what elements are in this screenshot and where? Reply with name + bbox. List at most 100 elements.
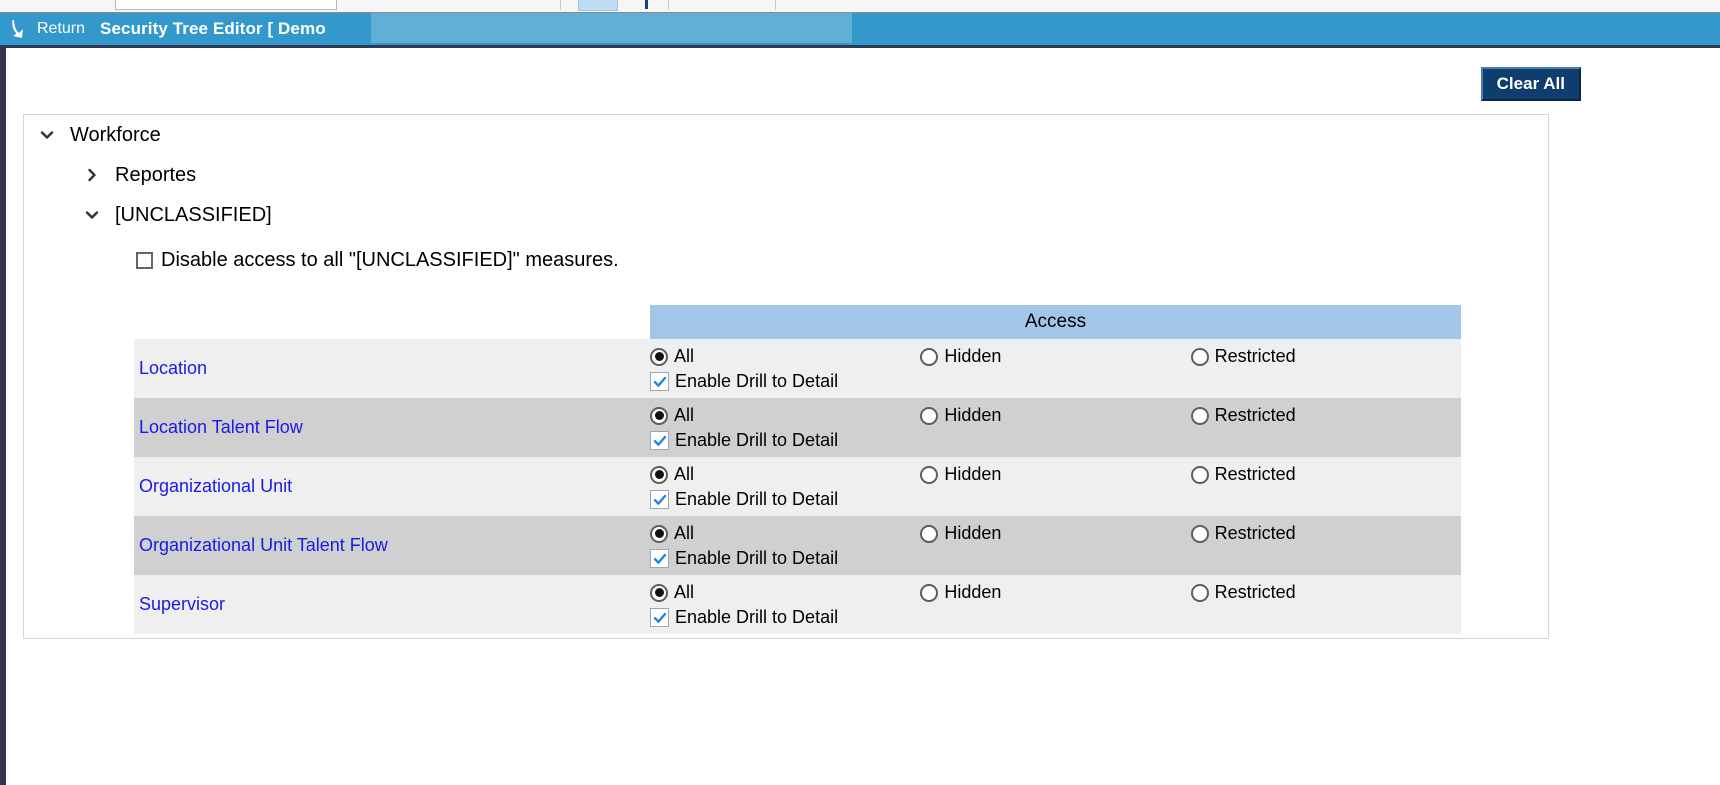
window-left-edge-gap bbox=[6, 48, 8, 785]
access-all-cell: All Enable Drill to Detail bbox=[650, 457, 920, 516]
access-restricted-cell: Restricted bbox=[1190, 457, 1461, 516]
measure-link[interactable]: Location Talent Flow bbox=[139, 417, 303, 438]
chevron-right-icon[interactable] bbox=[79, 167, 105, 183]
access-all-cell: All Enable Drill to Detail bbox=[650, 575, 920, 634]
radio-hidden-label: Hidden bbox=[944, 464, 1002, 484]
tree-node-reportes[interactable]: Reportes bbox=[24, 155, 1548, 195]
radio-hidden-label: Hidden bbox=[944, 346, 1002, 366]
disable-access-row[interactable]: Disable access to all "[UNCLASSIFIED]" m… bbox=[24, 241, 1548, 279]
radio-restricted[interactable]: Restricted bbox=[1190, 523, 1296, 544]
app-screen: Return Security Tree Editor [ Demo Clear… bbox=[0, 0, 1720, 785]
drill-checkbox-checked-icon[interactable] bbox=[650, 549, 669, 568]
drill-checkbox-checked-icon[interactable] bbox=[650, 490, 669, 509]
radio-hidden-label: Hidden bbox=[944, 405, 1002, 425]
disable-access-label: Disable access to all "[UNCLASSIFIED]" m… bbox=[161, 248, 619, 271]
drill-label: Enable Drill to Detail bbox=[675, 489, 839, 509]
drill-to-detail-row[interactable]: Enable Drill to Detail bbox=[650, 489, 838, 510]
radio-restricted-icon[interactable] bbox=[1190, 465, 1209, 484]
radio-hidden-icon[interactable] bbox=[920, 465, 939, 484]
radio-restricted-label: Restricted bbox=[1214, 523, 1296, 543]
chrome-divider bbox=[775, 0, 776, 10]
drill-label: Enable Drill to Detail bbox=[675, 548, 839, 568]
drill-label: Enable Drill to Detail bbox=[675, 607, 839, 627]
radio-all-icon[interactable] bbox=[650, 583, 668, 602]
chrome-divider bbox=[668, 0, 669, 10]
chevron-down-icon[interactable] bbox=[34, 127, 60, 143]
access-hidden-cell: Hidden bbox=[920, 575, 1190, 634]
chrome-caret bbox=[645, 0, 648, 9]
access-hidden-cell: Hidden bbox=[920, 457, 1190, 516]
radio-all-icon[interactable] bbox=[650, 465, 668, 484]
drill-checkbox-checked-icon[interactable] bbox=[650, 372, 669, 391]
tree-node-label: Reportes bbox=[115, 163, 197, 186]
radio-restricted-icon[interactable] bbox=[1190, 406, 1209, 425]
radio-all[interactable]: All bbox=[650, 464, 838, 485]
drill-checkbox-checked-icon[interactable] bbox=[650, 608, 669, 627]
chevron-down-icon[interactable] bbox=[79, 207, 105, 223]
radio-hidden-icon[interactable] bbox=[920, 524, 939, 543]
radio-hidden[interactable]: Hidden bbox=[920, 346, 1001, 367]
radio-restricted[interactable]: Restricted bbox=[1190, 405, 1296, 426]
disable-access-checkbox[interactable] bbox=[136, 251, 153, 269]
measure-name-cell: Location Talent Flow bbox=[134, 398, 650, 457]
return-arrow-icon bbox=[10, 17, 37, 41]
radio-all-icon[interactable] bbox=[650, 406, 668, 425]
radio-restricted[interactable]: Restricted bbox=[1190, 464, 1296, 485]
radio-hidden-label: Hidden bbox=[944, 582, 1002, 602]
measure-link[interactable]: Location bbox=[139, 358, 207, 379]
radio-all-label: All bbox=[674, 582, 695, 602]
radio-all[interactable]: All bbox=[650, 582, 838, 603]
radio-restricted-icon[interactable] bbox=[1190, 583, 1209, 602]
radio-restricted[interactable]: Restricted bbox=[1190, 582, 1296, 603]
drill-checkbox-checked-icon[interactable] bbox=[650, 431, 669, 450]
clear-all-button[interactable]: Clear All bbox=[1480, 67, 1581, 102]
access-all-cell: All Enable Drill to Detail bbox=[650, 339, 920, 398]
radio-all-icon[interactable] bbox=[650, 524, 668, 543]
radio-all[interactable]: All bbox=[650, 405, 838, 426]
access-all-cell: All Enable Drill to Detail bbox=[650, 398, 920, 457]
tree-node-unclassified[interactable]: [UNCLASSIFIED] bbox=[24, 195, 1548, 235]
radio-hidden[interactable]: Hidden bbox=[920, 464, 1001, 485]
radio-all-label: All bbox=[674, 405, 695, 425]
drill-label: Enable Drill to Detail bbox=[675, 371, 839, 391]
table-row: Location Talent Flow All Enable Drill to… bbox=[134, 398, 1461, 457]
radio-restricted-label: Restricted bbox=[1214, 405, 1296, 425]
top-chrome-strip bbox=[0, 0, 1720, 13]
radio-restricted-label: Restricted bbox=[1214, 346, 1296, 366]
tree-node-workforce[interactable]: Workforce bbox=[24, 115, 1548, 155]
radio-hidden-label: Hidden bbox=[944, 523, 1002, 543]
radio-all-label: All bbox=[674, 523, 695, 543]
drill-to-detail-row[interactable]: Enable Drill to Detail bbox=[650, 371, 838, 392]
measure-name-cell: Organizational Unit Talent Flow bbox=[134, 516, 650, 575]
drill-to-detail-row[interactable]: Enable Drill to Detail bbox=[650, 548, 838, 569]
access-restricted-cell: Restricted bbox=[1190, 575, 1461, 634]
radio-all[interactable]: All bbox=[650, 523, 838, 544]
access-hidden-cell: Hidden bbox=[920, 339, 1190, 398]
measure-link[interactable]: Supervisor bbox=[139, 594, 225, 615]
measure-link[interactable]: Organizational Unit bbox=[139, 476, 292, 497]
radio-hidden-icon[interactable] bbox=[920, 583, 939, 602]
drill-to-detail-row[interactable]: Enable Drill to Detail bbox=[650, 607, 838, 628]
radio-all-label: All bbox=[674, 464, 695, 484]
toolbar: Clear All bbox=[8, 48, 1720, 110]
radio-all[interactable]: All bbox=[650, 346, 838, 367]
measure-name-cell: Organizational Unit bbox=[134, 457, 650, 516]
radio-restricted-icon[interactable] bbox=[1190, 524, 1209, 543]
radio-hidden[interactable]: Hidden bbox=[920, 405, 1001, 426]
measure-link[interactable]: Organizational Unit Talent Flow bbox=[139, 535, 388, 556]
radio-restricted[interactable]: Restricted bbox=[1190, 346, 1296, 367]
chrome-text-input[interactable] bbox=[115, 0, 337, 10]
access-column-header: Access bbox=[650, 305, 1461, 339]
drill-to-detail-row[interactable]: Enable Drill to Detail bbox=[650, 430, 838, 451]
radio-restricted-icon[interactable] bbox=[1190, 347, 1209, 366]
radio-all-icon[interactable] bbox=[650, 347, 668, 366]
chrome-selected-cell[interactable] bbox=[578, 0, 618, 11]
radio-hidden-icon[interactable] bbox=[920, 406, 939, 425]
return-button[interactable]: Return bbox=[10, 17, 85, 41]
page-title: Security Tree Editor [ Demo bbox=[100, 19, 326, 38]
radio-hidden-icon[interactable] bbox=[920, 347, 939, 366]
radio-hidden[interactable]: Hidden bbox=[920, 523, 1001, 544]
chrome-divider bbox=[560, 0, 561, 10]
radio-hidden[interactable]: Hidden bbox=[920, 582, 1001, 603]
table-row: Organizational Unit Talent Flow All Enab… bbox=[134, 516, 1461, 575]
